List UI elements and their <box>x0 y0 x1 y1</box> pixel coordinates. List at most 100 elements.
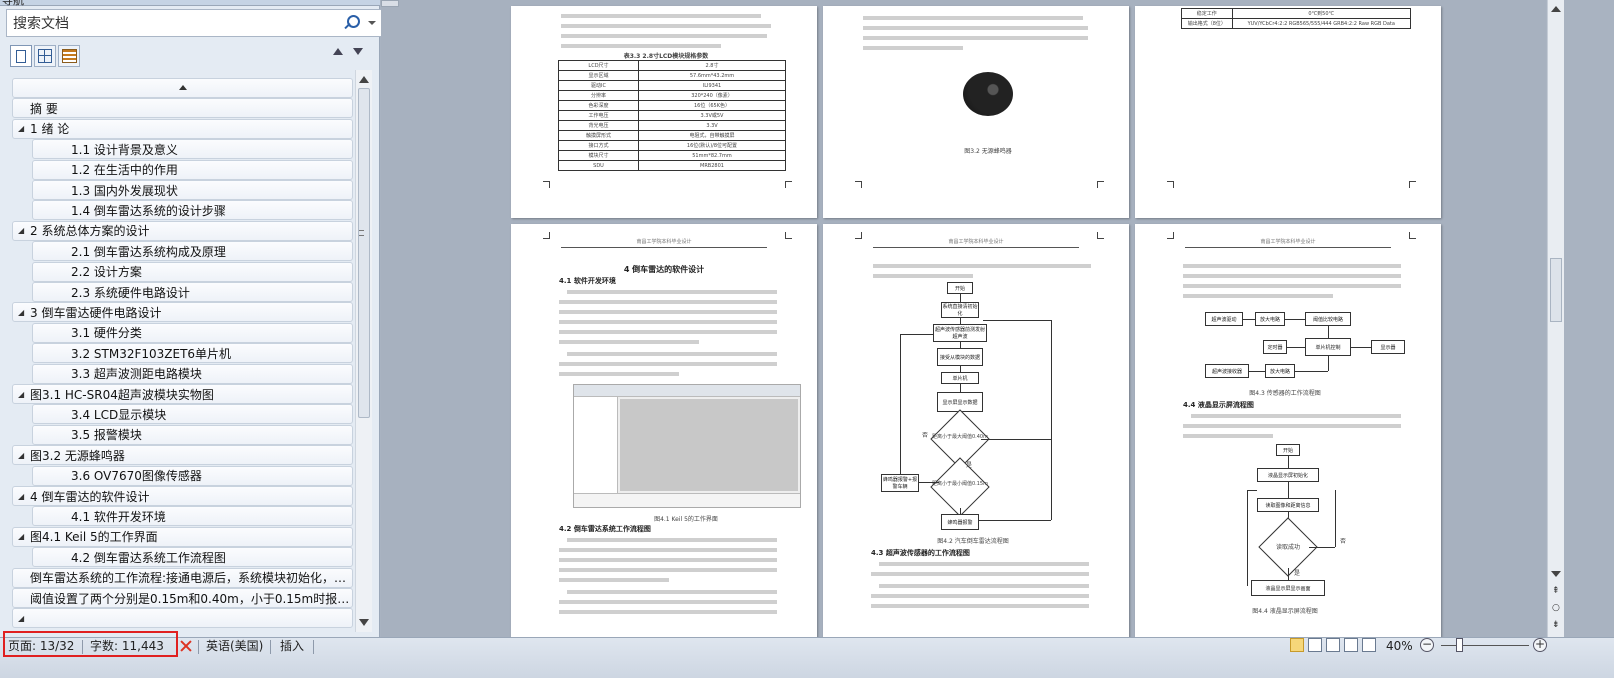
crop-mark <box>1409 232 1416 239</box>
table-cell: 3.3V或5V <box>638 110 786 121</box>
scroll-down-icon[interactable] <box>359 619 369 626</box>
page-13[interactable]: 图3.2 无源蜂鸣器 <box>823 6 1129 218</box>
next-page-icon[interactable]: ⇟ <box>1552 620 1560 630</box>
scroll-up-icon[interactable] <box>359 76 369 83</box>
insert-mode[interactable]: 插入 <box>280 638 304 654</box>
nav-heading-item[interactable]: 4.2 倒车雷达系统工作流程图 <box>32 547 353 568</box>
document-scrollbar[interactable]: ⇞ ○ ⇟ <box>1547 0 1564 637</box>
table-cell: 接口方式 <box>558 140 639 151</box>
zoom-out-icon[interactable]: − <box>1420 638 1434 652</box>
flow-step: 放大电路 <box>1255 312 1285 326</box>
nav-heading-item[interactable]: 3.5 报警模块 <box>32 424 353 445</box>
scroll-down-icon[interactable] <box>1551 571 1561 577</box>
nav-heading-item[interactable]: 2.1 倒车雷达系统构成及原理 <box>32 241 353 262</box>
nav-heading-item[interactable]: ◢ 图3.1 HC-SR04超声波模块实物图 <box>12 384 353 404</box>
nav-heading-item[interactable]: 1.1 设计背景及意义 <box>32 139 353 160</box>
document-area[interactable]: 表3.3 2.8寸LCD模块规格参数 LCD尺寸 2.8寸 显示区域 57.6mm*4… <box>381 0 1546 637</box>
nav-heading-item[interactable]: 2.3 系统硬件电路设计 <box>32 282 353 302</box>
nav-heading-item[interactable]: ◢ 3 倒车雷达硬件电路设计 <box>12 302 353 323</box>
nav-heading-item[interactable]: 3.2 STM32F103ZET6单片机 <box>32 343 353 364</box>
search-icon[interactable] <box>341 13 361 33</box>
expand-toggle-icon[interactable]: ◢ <box>18 308 30 317</box>
language[interactable]: 英语(美国) <box>206 638 263 654</box>
nav-heading-item[interactable]: 倒车雷达系统的工作流程:接通电源后，系统模块初始化，超... <box>12 567 353 588</box>
zoom-slider[interactable] <box>1441 645 1529 646</box>
text-line <box>1183 424 1401 428</box>
nav-heading-label: 图3.1 HC-SR04超声波模块实物图 <box>30 387 214 402</box>
next-heading-icon[interactable] <box>353 48 363 55</box>
proofing-error-icon[interactable] <box>180 640 192 652</box>
search-input[interactable]: 搜索文档 <box>7 13 341 33</box>
page-header: 南昌工学院本科毕业设计 <box>873 238 1079 248</box>
previous-page-icon[interactable]: ⇞ <box>1552 586 1560 596</box>
draft-view-icon[interactable] <box>1362 638 1376 652</box>
full-screen-reading-icon[interactable] <box>1308 638 1322 652</box>
crop-mark <box>1167 181 1174 188</box>
page-17[interactable]: 南昌工学院本科毕业设计 超声波驱动 放大电路 阈值比较电路 定时器 单片机控制 … <box>1135 224 1441 637</box>
nav-heading-item[interactable]: 阈值设置了两个分别是0.15m和0.40m，小于0.15m时报警... <box>12 588 353 608</box>
nav-heading-item[interactable]: 3.6 OV7670图像传感器 <box>32 465 353 486</box>
nav-heading-item[interactable]: 1.4 倒车雷达系统的设计步骤 <box>32 200 353 221</box>
nav-heading-item[interactable]: ◢ 图3.2 无源蜂鸣器 <box>12 445 353 466</box>
table-row: 输出格式（8位） YUV/YCbCr4:2:2 RGB565/555/444 GR… <box>1181 18 1412 29</box>
nav-heading-label: 1 绪 论 <box>30 122 70 137</box>
nav-heading-item[interactable]: 3.4 LCD显示模块 <box>32 404 353 425</box>
page-15[interactable]: 南昌工学院本科毕业设计 4 倒车雷达的软件设计 4.1 软件开发环境 图4.1 … <box>511 224 817 637</box>
flow-step: 放大电路 <box>1265 364 1295 378</box>
zoom-slider-thumb[interactable] <box>1455 638 1463 652</box>
nav-heading-item[interactable]: 1.3 国内外发展现状 <box>32 180 353 200</box>
outline-view-icon[interactable] <box>1344 638 1358 652</box>
table-caption: 表3.3 2.8寸LCD模块规格参数 <box>623 53 709 60</box>
table-cell: 16位(默认)/8位可配置 <box>638 140 786 151</box>
previous-heading-icon[interactable] <box>333 48 343 55</box>
select-browse-object-icon[interactable]: ○ <box>1552 603 1560 613</box>
nav-heading-item[interactable]: 3.3 超声波测距电路模块 <box>32 363 353 384</box>
zoom-level[interactable]: 40% <box>1386 638 1413 654</box>
collapse-all-button[interactable] <box>12 78 353 98</box>
expand-toggle-icon[interactable]: ◢ <box>18 226 30 235</box>
expand-toggle-icon[interactable]: ◢ <box>18 614 30 623</box>
nav-heading-item[interactable]: 摘 要 <box>12 98 353 119</box>
print-layout-icon[interactable] <box>1290 638 1304 652</box>
tab-results[interactable] <box>58 45 80 67</box>
section-heading: 4.1 软件开发环境 <box>559 277 616 285</box>
scroll-thumb[interactable] <box>358 88 370 418</box>
page-count[interactable]: 页面: 13/32 <box>8 638 74 654</box>
expand-toggle-icon[interactable]: ◢ <box>18 451 30 460</box>
text-line <box>559 330 777 334</box>
scroll-up-icon[interactable] <box>1551 6 1561 12</box>
expand-toggle-icon[interactable]: ◢ <box>18 390 30 399</box>
no-label: 否 <box>1339 538 1346 545</box>
search-box[interactable]: 搜索文档 <box>6 9 382 37</box>
nav-heading-item[interactable]: ◢ 图4.1 Keil 5的工作界面 <box>12 526 353 547</box>
ruler-toggle[interactable] <box>381 0 399 7</box>
nav-heading-item[interactable]: ◢ 1 绪 论 <box>12 118 353 139</box>
table-row: 模块尺寸 51mm*82.7mm <box>558 150 786 161</box>
tab-pages[interactable] <box>34 45 56 67</box>
table-cell: 色彩深度 <box>558 100 639 111</box>
web-layout-icon[interactable] <box>1326 638 1340 652</box>
flow-step: 蜂鸣器报警+报警车辆 <box>881 474 919 492</box>
chevron-down-icon[interactable] <box>367 13 377 33</box>
page-12[interactable]: 表3.3 2.8寸LCD模块规格参数 LCD尺寸 2.8寸 显示区域 57.6mm*4… <box>511 6 817 218</box>
nav-heading-item[interactable]: 3.1 硬件分类 <box>32 322 353 343</box>
expand-toggle-icon[interactable]: ◢ <box>18 124 30 133</box>
nav-heading-item[interactable]: 4.1 软件开发环境 <box>32 506 353 527</box>
nav-heading-item[interactable]: 2.2 设计方案 <box>32 261 353 282</box>
page-16[interactable]: 南昌工学院本科毕业设计 开始 系统直接清初始化 超声波传感器前测发射超声波 接受… <box>823 224 1129 637</box>
word-count[interactable]: 字数: 11,443 <box>90 638 164 654</box>
zoom-in-icon[interactable]: + <box>1533 638 1547 652</box>
scroll-thumb[interactable] <box>1550 258 1562 322</box>
tab-headings[interactable] <box>10 45 32 67</box>
nav-heading-item[interactable]: ◢ 4 倒车雷达的软件设计 <box>12 486 353 506</box>
nav-scrollbar[interactable] <box>355 70 372 632</box>
nav-heading-item[interactable]: 1.2 在生活中的作用 <box>32 159 353 180</box>
crop-mark <box>855 181 862 188</box>
expand-toggle-icon[interactable]: ◢ <box>18 532 30 541</box>
nav-heading-item[interactable]: ◢ <box>12 608 353 629</box>
flow-arrow <box>960 384 961 392</box>
nav-title: 导航 <box>2 0 24 7</box>
page-14[interactable]: 稳定工作 0℃到50℃ 输出格式（8位） YUV/YCbCr4:2:2 RGB565/… <box>1135 6 1441 218</box>
expand-toggle-icon[interactable]: ◢ <box>18 492 30 501</box>
nav-heading-item[interactable]: ◢ 2 系统总体方案的设计 <box>12 220 353 241</box>
